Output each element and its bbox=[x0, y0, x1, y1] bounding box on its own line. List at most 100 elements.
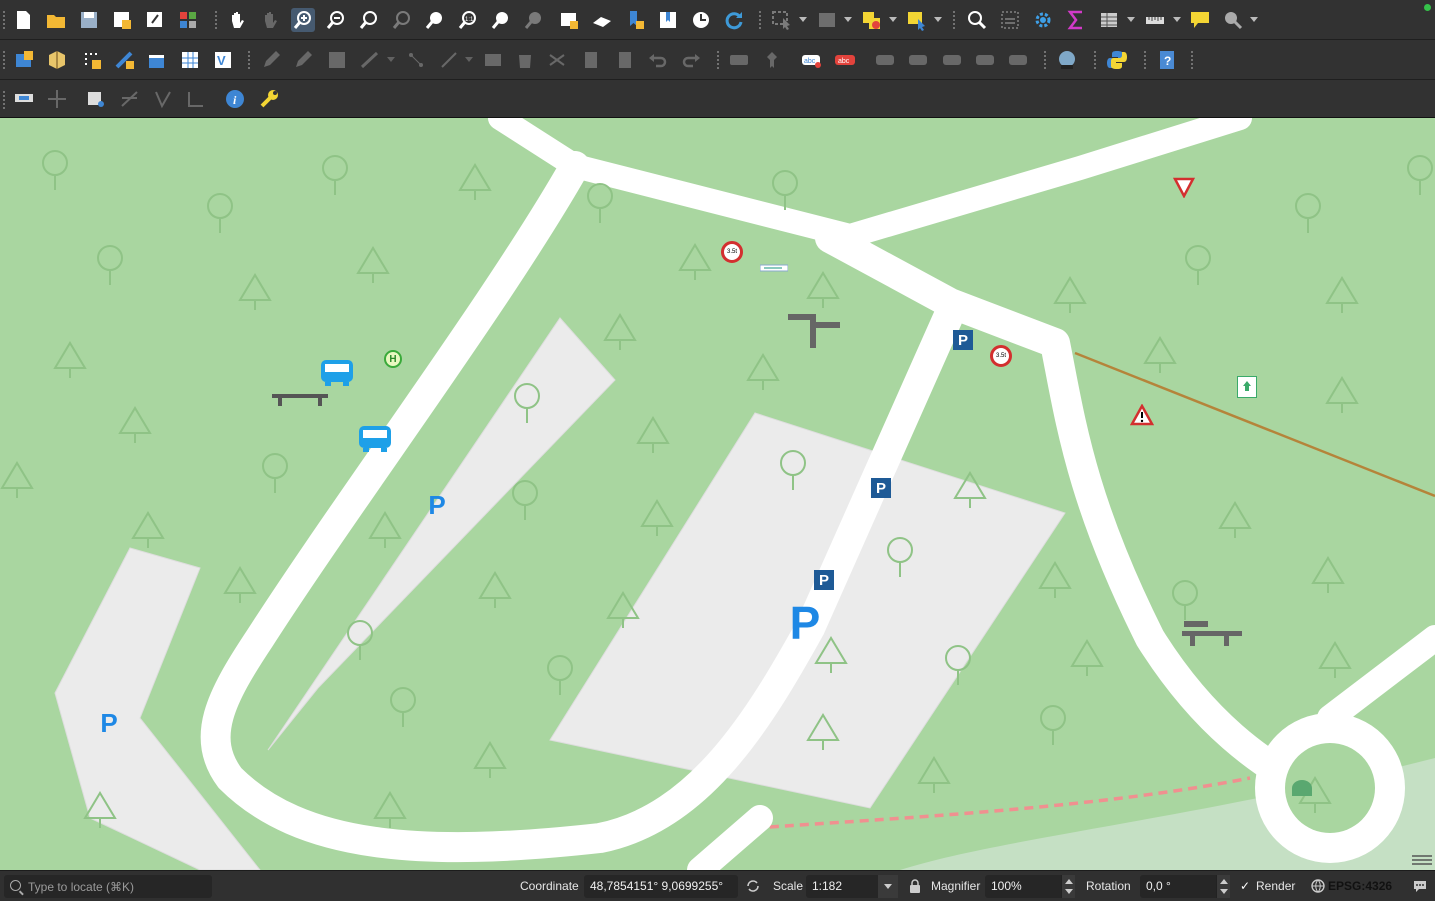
refresh-icon[interactable] bbox=[722, 8, 746, 32]
data-source-manager-icon[interactable] bbox=[12, 48, 36, 72]
new-print-layout-icon[interactable] bbox=[110, 8, 134, 32]
new-shapefile-layer-icon[interactable] bbox=[145, 48, 169, 72]
bus-stop-icon[interactable]: H bbox=[384, 350, 402, 368]
style-manager-icon[interactable] bbox=[176, 8, 200, 32]
copy-features-icon[interactable] bbox=[579, 48, 603, 72]
deselect-icon[interactable] bbox=[860, 8, 884, 32]
toolbar-handle[interactable] bbox=[2, 10, 6, 30]
lock-scale-icon[interactable] bbox=[909, 879, 921, 893]
zoom-to-layer-icon[interactable] bbox=[423, 8, 447, 32]
show-bookmarks-icon[interactable] bbox=[656, 8, 680, 32]
bus-icon[interactable] bbox=[319, 358, 355, 388]
new-scratch-layer-icon[interactable] bbox=[80, 48, 104, 72]
zoom-native-icon[interactable]: 1:1 bbox=[456, 8, 480, 32]
select-value-dropdown-arrow-icon[interactable] bbox=[844, 17, 852, 22]
locator-search-input[interactable]: Type to locate (⌘K) bbox=[4, 875, 212, 898]
map-canvas[interactable]: P P P P P P H 3.5t 3.5t bbox=[0, 118, 1435, 870]
new-spatialite-layer-icon[interactable]: V bbox=[211, 48, 235, 72]
toolbar-handle[interactable] bbox=[2, 90, 6, 110]
new-project-icon[interactable] bbox=[11, 8, 35, 32]
layout-manager-icon[interactable] bbox=[143, 8, 167, 32]
toggle-editing-icon[interactable] bbox=[291, 48, 315, 72]
settings-gear-icon[interactable] bbox=[1031, 8, 1055, 32]
magnifier-spinbox[interactable]: 100% bbox=[985, 875, 1075, 898]
warning-sign-icon[interactable] bbox=[1130, 404, 1154, 426]
measure-ruler-icon[interactable] bbox=[1143, 8, 1167, 32]
open-attribute-table-icon[interactable] bbox=[1097, 8, 1121, 32]
python-console-icon[interactable] bbox=[1105, 48, 1129, 72]
layer-labeling-icon[interactable] bbox=[727, 48, 751, 72]
add-feature-dropdown-arrow-icon[interactable] bbox=[387, 57, 395, 62]
field-calculator-icon[interactable] bbox=[998, 8, 1022, 32]
zoom-full-icon[interactable] bbox=[357, 8, 381, 32]
select-features-icon[interactable] bbox=[770, 8, 794, 32]
toolbar-handle[interactable] bbox=[758, 10, 762, 30]
rule-labels-icon[interactable]: abc bbox=[833, 48, 857, 72]
parking-sign-icon[interactable]: P bbox=[814, 570, 834, 590]
identify-features-icon[interactable] bbox=[965, 8, 989, 32]
toolbar-handle[interactable] bbox=[952, 10, 956, 30]
deselect-dropdown-arrow-icon[interactable] bbox=[889, 17, 897, 22]
virtual-layer-icon[interactable] bbox=[178, 48, 202, 72]
cut-features-icon[interactable] bbox=[545, 48, 569, 72]
move-label-icon[interactable] bbox=[940, 48, 964, 72]
spin-arrows-icon[interactable] bbox=[1216, 875, 1230, 898]
locator-dropdown-arrow-icon[interactable] bbox=[1250, 17, 1258, 22]
new-bookmark-icon[interactable] bbox=[623, 8, 647, 32]
open-project-icon[interactable] bbox=[44, 8, 68, 32]
measure-dropdown-arrow-icon[interactable] bbox=[1173, 17, 1181, 22]
table-dropdown-arrow-icon[interactable] bbox=[1127, 17, 1135, 22]
highlight-pinned-labels-icon[interactable]: abc bbox=[800, 48, 824, 72]
toolbar-handle[interactable] bbox=[2, 50, 6, 70]
globe-plugin-icon[interactable] bbox=[1055, 48, 1079, 72]
toolbar-handle[interactable] bbox=[247, 50, 251, 70]
weight-limit-sign-icon[interactable]: 3.5t bbox=[990, 345, 1012, 367]
snapping-cross-icon[interactable] bbox=[45, 87, 69, 111]
toolbar-handle[interactable] bbox=[1143, 50, 1147, 70]
give-way-sign-icon[interactable] bbox=[1173, 176, 1195, 198]
render-checkbox[interactable]: ✓ bbox=[1240, 879, 1250, 893]
scroll-handle-icon[interactable] bbox=[1410, 852, 1434, 868]
toolbar-handle[interactable] bbox=[716, 50, 720, 70]
zoom-last-icon[interactable] bbox=[489, 8, 513, 32]
select-location-icon[interactable] bbox=[905, 8, 929, 32]
reshape-icon[interactable] bbox=[118, 87, 142, 111]
crs-label[interactable]: EPSG:4326 bbox=[1328, 879, 1392, 893]
current-edits-icon[interactable] bbox=[259, 48, 283, 72]
help-icon[interactable]: ? bbox=[1155, 48, 1179, 72]
select-location-dropdown-arrow-icon[interactable] bbox=[934, 17, 942, 22]
scale-combobox[interactable]: 1:182 bbox=[806, 875, 898, 898]
pan-hand-icon[interactable] bbox=[225, 8, 249, 32]
map-tips-icon[interactable] bbox=[1188, 8, 1212, 32]
offset-curve-icon[interactable] bbox=[151, 87, 175, 111]
save-layer-edits-icon[interactable] bbox=[325, 48, 349, 72]
toolbar-handle[interactable] bbox=[1093, 50, 1097, 70]
tools-wrench-icon[interactable] bbox=[257, 87, 281, 111]
modify-attributes-icon[interactable] bbox=[481, 48, 505, 72]
pan-to-selection-icon[interactable] bbox=[258, 8, 282, 32]
toolbar-handle[interactable] bbox=[1190, 50, 1194, 70]
change-label-icon[interactable] bbox=[1006, 48, 1030, 72]
bus-icon[interactable] bbox=[357, 424, 393, 454]
zoom-in-icon[interactable] bbox=[291, 8, 315, 32]
rotate-label-icon[interactable] bbox=[973, 48, 997, 72]
coordinate-field[interactable]: 48,7854151° 9,0699255° bbox=[584, 875, 738, 898]
new-geopackage-layer-icon[interactable] bbox=[45, 48, 69, 72]
vertex-dropdown-arrow-icon[interactable] bbox=[465, 57, 473, 62]
parking-sign-icon[interactable]: P bbox=[953, 330, 973, 350]
toolbar-handle[interactable] bbox=[1043, 50, 1047, 70]
new-line-layer-icon[interactable] bbox=[113, 48, 137, 72]
undo-icon[interactable] bbox=[646, 48, 670, 72]
reverse-line-icon[interactable] bbox=[184, 87, 208, 111]
new-map-view-icon[interactable] bbox=[557, 8, 581, 32]
select-by-value-icon[interactable] bbox=[815, 8, 839, 32]
temporal-controller-icon[interactable] bbox=[689, 8, 713, 32]
preview-labels-icon[interactable] bbox=[906, 48, 930, 72]
zoom-out-icon[interactable] bbox=[324, 8, 348, 32]
zoom-to-selection-icon[interactable] bbox=[390, 8, 414, 32]
pin-labels-icon[interactable] bbox=[760, 48, 784, 72]
paste-features-icon[interactable] bbox=[613, 48, 637, 72]
parking-sign-icon[interactable]: P bbox=[871, 478, 891, 498]
advanced-digitizing-icon[interactable] bbox=[12, 87, 36, 111]
spin-arrows-icon[interactable] bbox=[1061, 875, 1075, 898]
